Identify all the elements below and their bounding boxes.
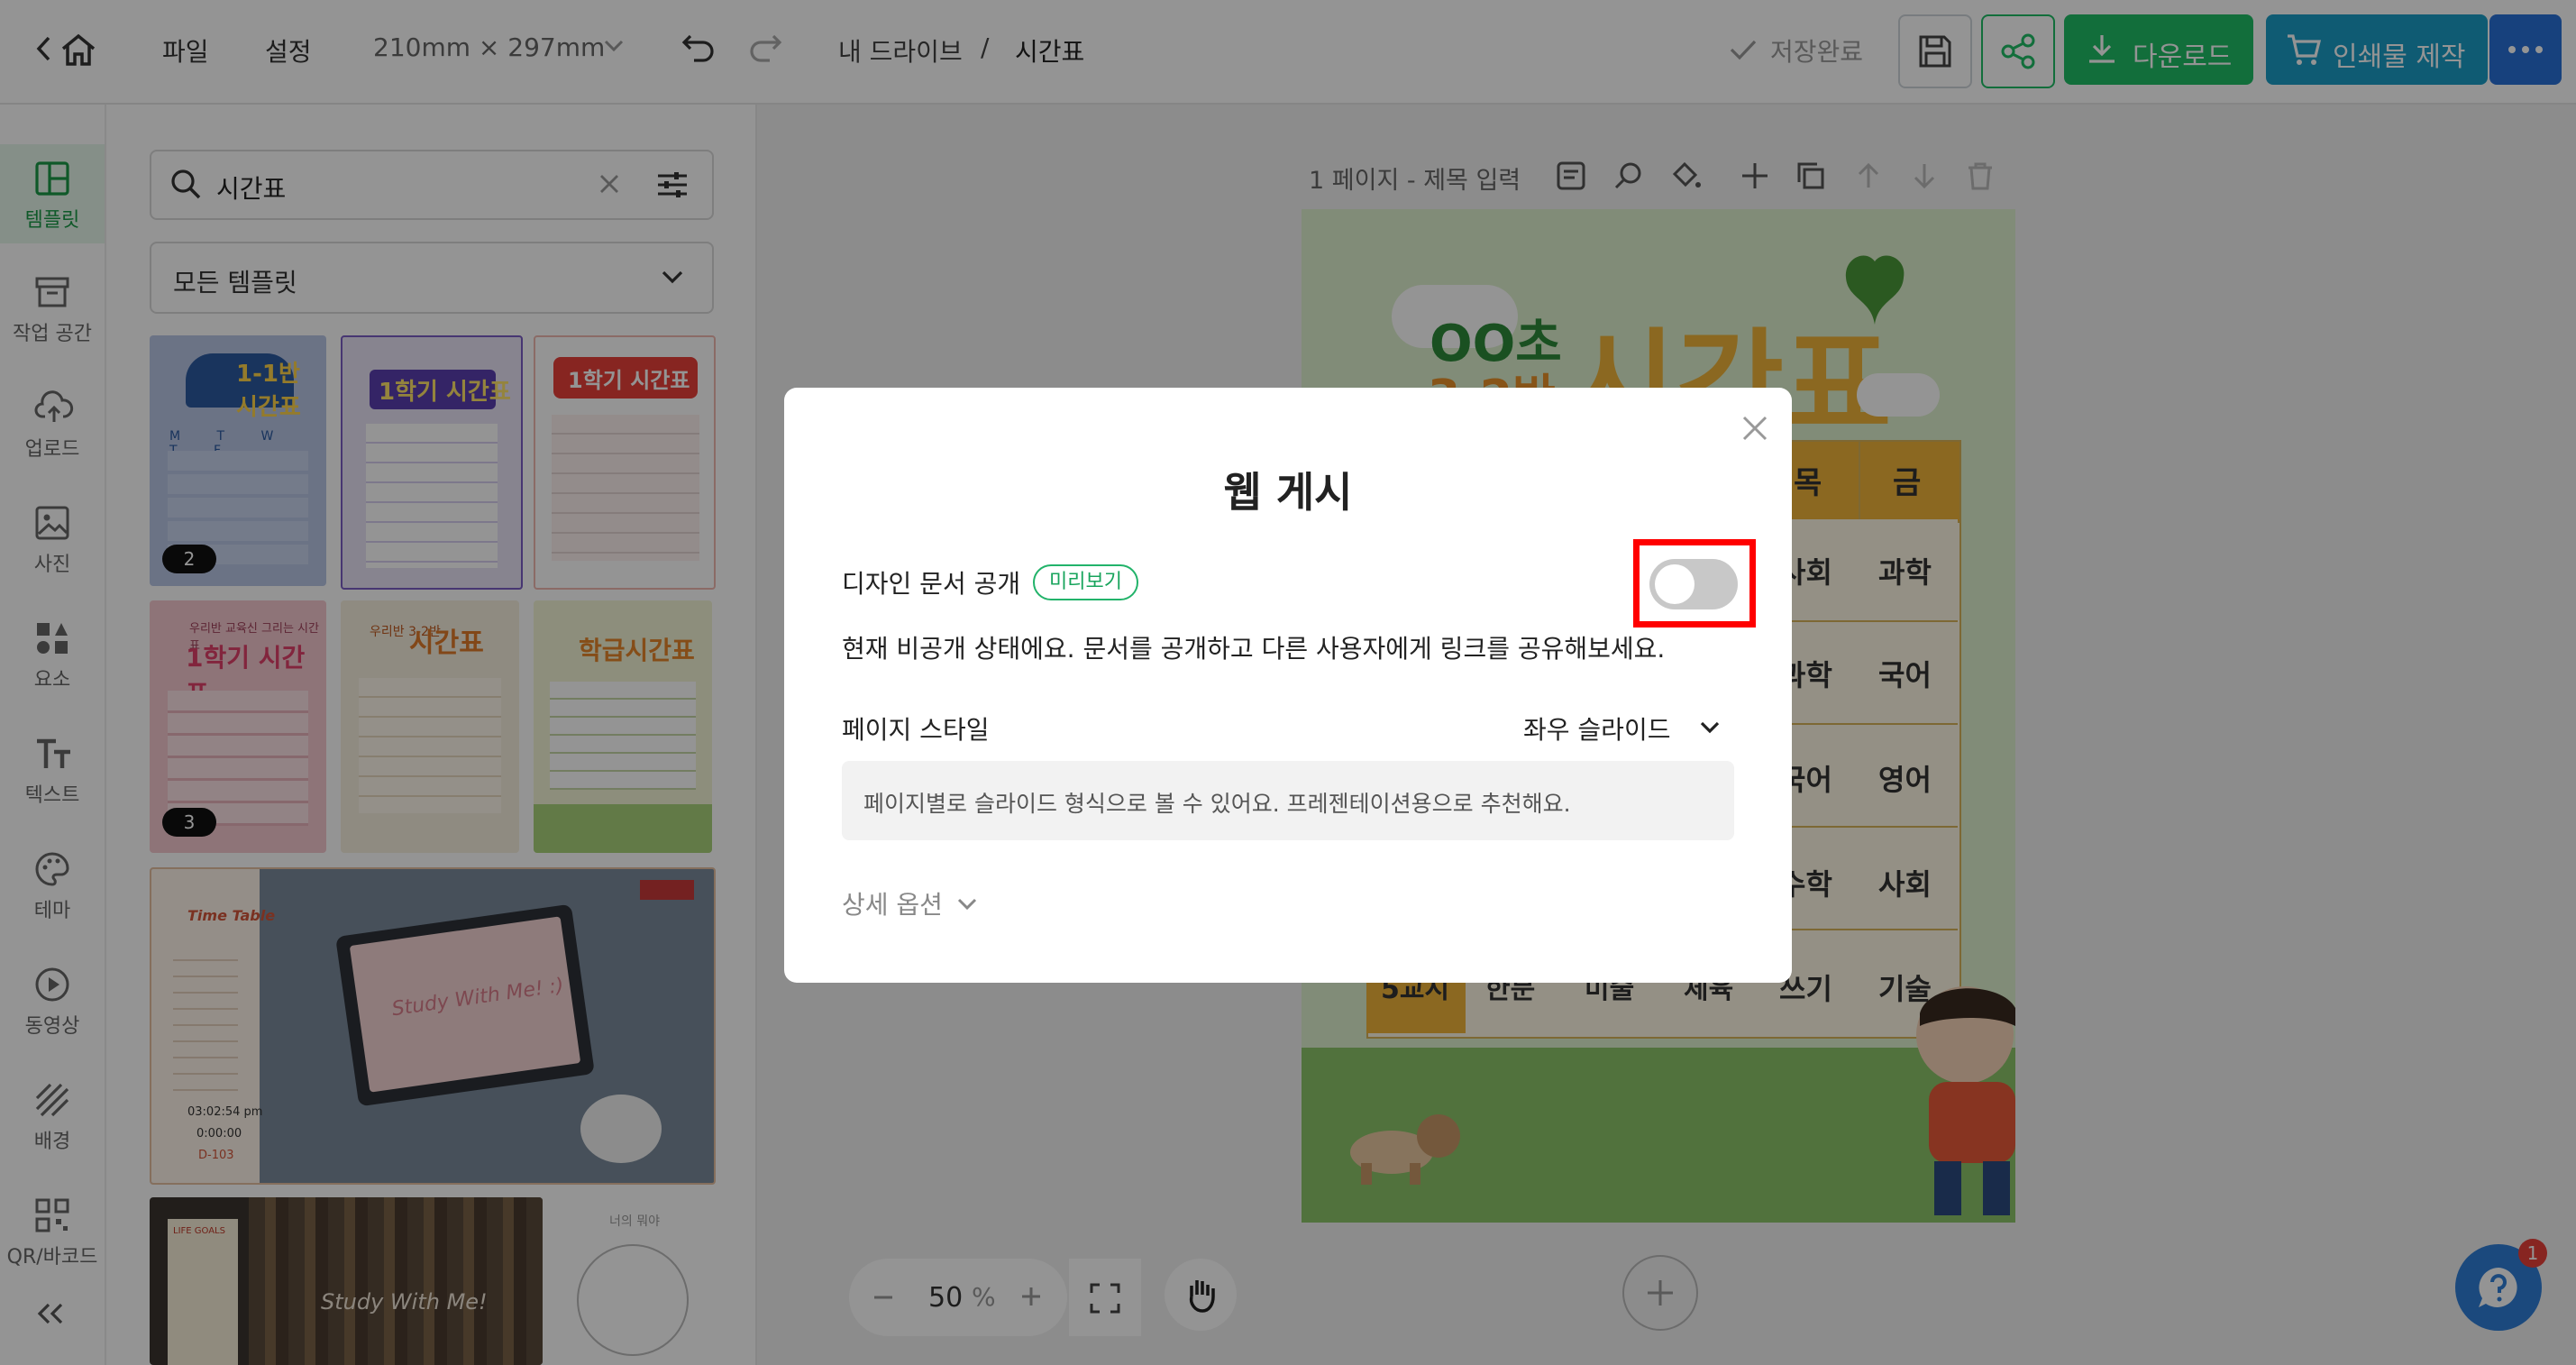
page-style-value: 좌우 슬라이드 [1523,715,1671,745]
page-style-select[interactable]: 좌우 슬라이드 [1523,703,1740,748]
page-style-description: 페이지별로 슬라이드 형식으로 볼 수 있어요. 프레젠테이션용으로 추천해요. [863,791,1571,817]
advanced-options-label: 상세 옵션 [842,890,943,920]
preview-button[interactable]: 미리보기 [1033,564,1138,600]
page-style-label: 페이지 스타일 [842,715,990,745]
chevron-down-icon [957,898,977,911]
dialog-title: 웹 게시 [1223,468,1353,517]
web-publish-dialog: 웹 게시 디자인 문서 공개 미리보기 현재 비공개 상태에요. 문서를 공개하… [784,388,1792,983]
close-icon[interactable] [1741,415,1768,442]
advanced-options-toggle[interactable]: 상세 옵션 [842,882,1004,923]
highlight-box [1633,539,1756,628]
chevron-down-icon [1700,721,1720,734]
privacy-status-text: 현재 비공개 상태에요. 문서를 공개하고 다른 사용자에게 링크를 공유해보세… [842,634,1666,664]
public-toggle-label: 디자인 문서 공개 [842,569,1021,599]
page-style-description-box: 페이지별로 슬라이드 형식으로 볼 수 있어요. 프레젠테이션용으로 추천해요. [842,761,1734,840]
